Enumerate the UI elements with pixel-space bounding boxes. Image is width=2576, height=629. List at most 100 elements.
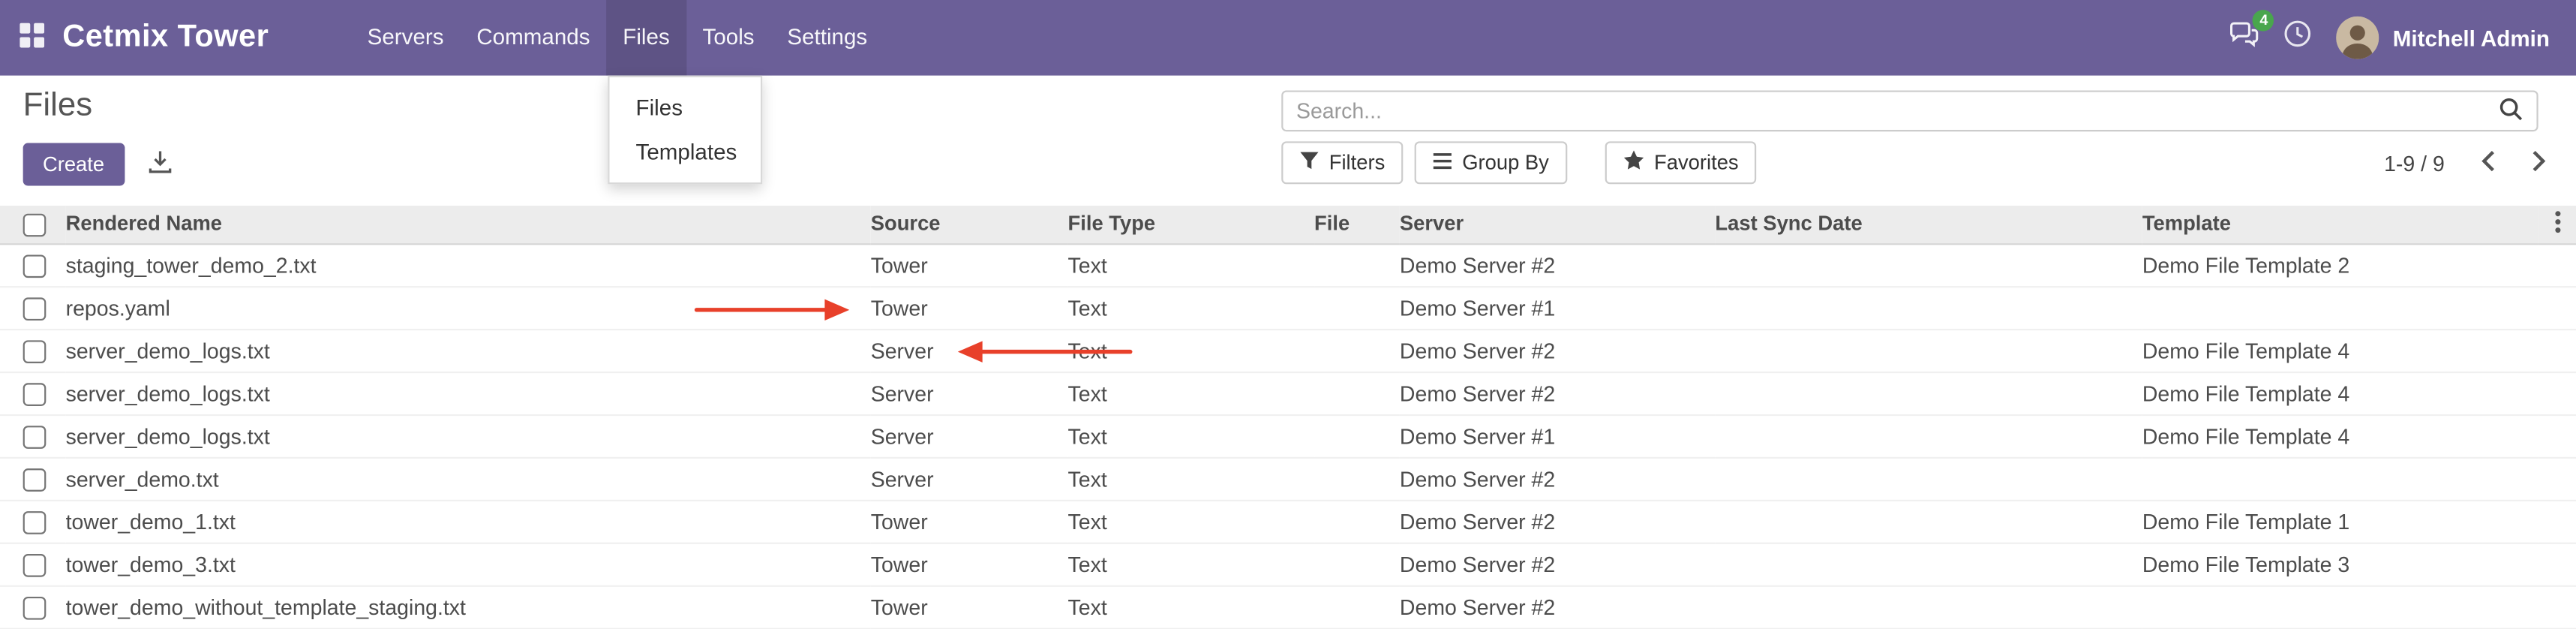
cell-template: Demo File Template 4 — [2142, 414, 2538, 457]
cell-file-type: Text — [1068, 243, 1315, 286]
cell-spacer — [2538, 543, 2576, 585]
filters-button[interactable]: Filters — [1281, 141, 1403, 184]
row-checkbox[interactable] — [23, 340, 47, 363]
cell-template — [2142, 585, 2538, 628]
cell-source: Server — [871, 457, 1068, 500]
cell-template: Demo File Template 1 — [2142, 500, 2538, 543]
cell-rendered-name: staging_tower_demo_2.txt — [66, 243, 871, 286]
create-button[interactable]: Create — [23, 143, 125, 186]
cell-template: Demo File Template 4 — [2142, 329, 2538, 372]
cell-spacer — [2538, 286, 2576, 329]
app-title[interactable]: Cetmix Tower — [62, 20, 269, 56]
cell-source: Server — [871, 414, 1068, 457]
cell-file-type: Text — [1068, 543, 1315, 585]
row-checkbox[interactable] — [23, 297, 47, 321]
row-checkbox[interactable] — [23, 426, 47, 449]
cell-file — [1314, 329, 1400, 372]
files-list-view: Rendered Name Source File Type File Serv… — [0, 206, 2576, 629]
pager-next-button[interactable] — [2522, 146, 2556, 180]
search-options: Filters Group By Favorites — [1281, 141, 1756, 184]
import-button[interactable] — [144, 146, 176, 182]
group-by-label: Group By — [1462, 151, 1549, 174]
cell-file — [1314, 543, 1400, 585]
menu-servers[interactable]: Servers — [351, 0, 461, 76]
optional-columns-button[interactable] — [2538, 206, 2576, 243]
dropdown-item-templates[interactable]: Templates — [610, 130, 761, 174]
row-select-cell — [0, 457, 66, 500]
cell-file — [1314, 457, 1400, 500]
group-by-button[interactable]: Group By — [1415, 141, 1567, 184]
row-select-cell — [0, 372, 66, 414]
cell-file-type: Text — [1068, 286, 1315, 329]
activities-menu-button[interactable] — [2284, 20, 2312, 56]
cell-last-sync-date — [1715, 243, 2142, 286]
table-row[interactable]: repos.yaml Tower Text Demo Server #1 — [0, 286, 2576, 329]
messages-menu-button[interactable]: 4 — [2230, 20, 2259, 55]
cell-last-sync-date — [1715, 500, 2142, 543]
favorites-button[interactable]: Favorites — [1605, 141, 1756, 184]
col-header-template[interactable]: Template — [2142, 206, 2538, 243]
menu-settings[interactable]: Settings — [770, 0, 884, 76]
row-checkbox[interactable] — [23, 554, 47, 577]
table-row[interactable]: server_demo_logs.txt Server Text Demo Se… — [0, 329, 2576, 372]
cell-last-sync-date — [1715, 543, 2142, 585]
menu-commands[interactable]: Commands — [460, 0, 606, 76]
files-table-body: staging_tower_demo_2.txt Tower Text Demo… — [0, 243, 2576, 627]
table-row[interactable]: tower_demo_without_template_staging.txt … — [0, 585, 2576, 628]
cell-server: Demo Server #1 — [1400, 286, 1715, 329]
col-header-file[interactable]: File — [1314, 206, 1400, 243]
cell-file — [1314, 585, 1400, 628]
apps-menu-button[interactable] — [0, 0, 62, 76]
row-checkbox[interactable] — [23, 383, 47, 406]
col-header-server[interactable]: Server — [1400, 206, 1715, 243]
funnel-icon — [1299, 150, 1319, 175]
vertical-dots-icon — [2553, 215, 2560, 238]
cell-last-sync-date — [1715, 414, 2142, 457]
cell-source: Tower — [871, 243, 1068, 286]
col-header-source[interactable]: Source — [871, 206, 1068, 243]
row-checkbox[interactable] — [23, 254, 47, 278]
cell-server: Demo Server #2 — [1400, 243, 1715, 286]
cell-last-sync-date — [1715, 457, 2142, 500]
top-navbar: Cetmix Tower Servers Commands Files Tool… — [0, 0, 2576, 76]
table-row[interactable]: server_demo_logs.txt Server Text Demo Se… — [0, 372, 2576, 414]
cell-file — [1314, 500, 1400, 543]
table-row[interactable]: server_demo.txt Server Text Demo Server … — [0, 457, 2576, 500]
search-input[interactable] — [1283, 98, 2485, 123]
user-menu-button[interactable]: Mitchell Admin — [2337, 17, 2550, 59]
col-header-file-type[interactable]: File Type — [1068, 206, 1315, 243]
cell-file-type: Text — [1068, 372, 1315, 414]
select-all-checkbox[interactable] — [23, 213, 47, 236]
table-row[interactable]: server_demo_logs.txt Server Text Demo Se… — [0, 414, 2576, 457]
cell-file — [1314, 414, 1400, 457]
cell-source: Tower — [871, 585, 1068, 628]
col-header-rendered-name[interactable]: Rendered Name — [66, 206, 871, 243]
pager-value: 1-9 / 9 — [2384, 150, 2445, 175]
menu-tools[interactable]: Tools — [686, 0, 771, 76]
menu-files[interactable]: Files — [606, 0, 686, 76]
download-tray-icon — [147, 149, 172, 179]
magnifier-icon — [2499, 96, 2523, 125]
table-header-row: Rendered Name Source File Type File Serv… — [0, 206, 2576, 243]
row-checkbox[interactable] — [23, 511, 47, 534]
col-header-last-sync-date[interactable]: Last Sync Date — [1715, 206, 2142, 243]
cell-file-type: Text — [1068, 585, 1315, 628]
cell-last-sync-date — [1715, 329, 2142, 372]
table-row[interactable]: tower_demo_1.txt Tower Text Demo Server … — [0, 500, 2576, 543]
avatar — [2337, 17, 2379, 59]
row-checkbox[interactable] — [23, 597, 47, 620]
table-row[interactable]: staging_tower_demo_2.txt Tower Text Demo… — [0, 243, 2576, 286]
user-name: Mitchell Admin — [2393, 26, 2550, 50]
main-menu: Servers Commands Files Tools Settings — [351, 0, 884, 76]
filters-label: Filters — [1329, 151, 1386, 174]
apps-grid-icon — [19, 23, 44, 53]
table-row[interactable]: tower_demo_3.txt Tower Text Demo Server … — [0, 543, 2576, 585]
dropdown-item-files[interactable]: Files — [610, 86, 761, 130]
cell-rendered-name: tower_demo_3.txt — [66, 543, 871, 585]
search-submit-button[interactable] — [2486, 96, 2537, 125]
cell-spacer — [2538, 500, 2576, 543]
control-panel: Files Create — [0, 76, 2576, 206]
pager-previous-button[interactable] — [2471, 146, 2505, 180]
row-checkbox[interactable] — [23, 468, 47, 492]
cell-last-sync-date — [1715, 585, 2142, 628]
